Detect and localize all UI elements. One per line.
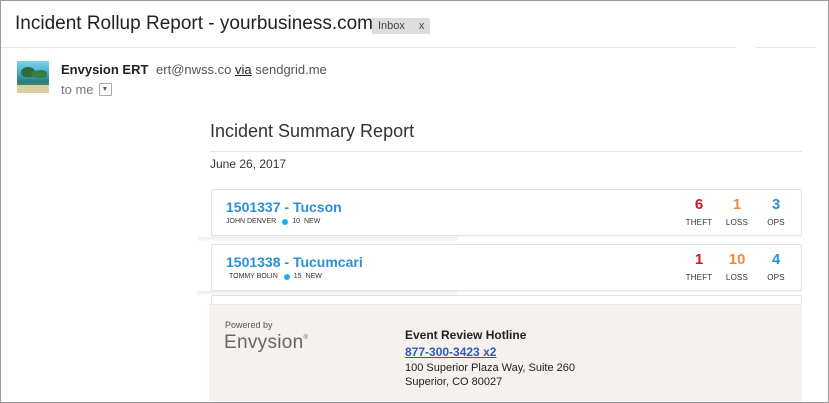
- theft-label: THEFT: [685, 273, 713, 282]
- sender-avatar[interactable]: [17, 61, 49, 93]
- sender-address: ert@nwss.co: [156, 62, 232, 77]
- sender-line: Envysion ERT ert@nwss.co via sendgrid.me: [61, 62, 327, 77]
- inbox-label-text: Inbox: [378, 20, 405, 32]
- recipient-label: to me: [61, 82, 94, 97]
- email-footer: Powered by Envysion® Event Review Hotlin…: [209, 304, 802, 402]
- via-link[interactable]: via: [235, 62, 252, 77]
- chevron-down-icon: ▼: [101, 86, 109, 93]
- ops-count: 4: [771, 251, 781, 268]
- incident-link[interactable]: 1501338 - Tucumcari: [226, 254, 363, 270]
- ops-label: OPS: [767, 218, 785, 227]
- incident-card: 1501337 - Tucson JOHN DENVER 10 NEW 6 TH…: [211, 189, 802, 236]
- powered-by-text: Powered by: [225, 320, 273, 330]
- incident-card: 1501338 - Tucumcari TOMMY BOLIN 15 NEW 1…: [211, 244, 802, 291]
- new-count: 10: [292, 218, 300, 225]
- incident-meta: JOHN DENVER 10 NEW: [226, 218, 320, 225]
- address-line-2: Superior, CO 80027: [405, 376, 503, 388]
- sender-name[interactable]: Envysion ERT: [61, 62, 148, 77]
- remove-label-button[interactable]: x: [419, 18, 425, 34]
- avatar-art: [31, 70, 47, 78]
- report-title: Incident Summary Report: [210, 121, 415, 141]
- loss-label: LOSS: [725, 273, 749, 282]
- loss-label: LOSS: [725, 218, 749, 227]
- new-label: NEW: [305, 273, 322, 280]
- loss-count: 1: [732, 196, 742, 213]
- loss-count: 10: [728, 251, 746, 268]
- avatar-art: [17, 85, 49, 93]
- incident-link[interactable]: 1501337 - Tucson: [226, 199, 342, 215]
- theft-stat: 1 THEFT: [679, 251, 719, 282]
- card-shadow: [197, 237, 457, 241]
- header-divider-gap: [816, 46, 828, 49]
- ops-stat: 3 OPS: [756, 196, 796, 227]
- ops-stat: 4 OPS: [756, 251, 796, 282]
- loss-stat: 10 LOSS: [717, 251, 757, 282]
- new-dot-icon: [283, 273, 290, 280]
- inbox-label-chip[interactable]: Inbox x: [372, 18, 431, 34]
- envysion-logo: Envysion®: [224, 332, 308, 354]
- theft-count: 1: [694, 251, 704, 268]
- report-date: June 26, 2017: [210, 157, 287, 171]
- theft-count: 6: [694, 196, 704, 213]
- incident-person: JOHN DENVER: [226, 218, 277, 225]
- new-dot-icon: [282, 218, 289, 225]
- header-divider-gap: [736, 46, 756, 49]
- registered-mark: ®: [303, 335, 309, 341]
- address-line-1: 100 Superior Plaza Way, Suite 260: [405, 362, 575, 374]
- incident-meta: TOMMY BOLIN 15 NEW: [229, 273, 322, 280]
- theft-stat: 6 THEFT: [679, 196, 719, 227]
- hotline-phone-link[interactable]: 877-300-3423 x2: [405, 345, 496, 359]
- incident-person: TOMMY BOLIN: [229, 273, 278, 280]
- recipient-details-button[interactable]: ▼: [98, 83, 112, 96]
- email-window: Incident Rollup Report - yourbusiness.co…: [0, 0, 829, 403]
- email-subject: Incident Rollup Report - yourbusiness.co…: [15, 13, 374, 34]
- ops-label: OPS: [767, 273, 785, 282]
- new-count: 15: [293, 273, 302, 280]
- via-domain: sendgrid.me: [255, 62, 327, 77]
- recipient-line: to me ▼: [61, 82, 112, 97]
- hotline-title: Event Review Hotline: [405, 328, 527, 342]
- brand-name: Envysion: [224, 332, 304, 353]
- theft-label: THEFT: [685, 218, 713, 227]
- subject-row: Incident Rollup Report - yourbusiness.co…: [1, 1, 828, 48]
- title-divider: [210, 151, 802, 152]
- new-label: NEW: [303, 218, 321, 225]
- ops-count: 3: [771, 196, 781, 213]
- loss-stat: 1 LOSS: [717, 196, 757, 227]
